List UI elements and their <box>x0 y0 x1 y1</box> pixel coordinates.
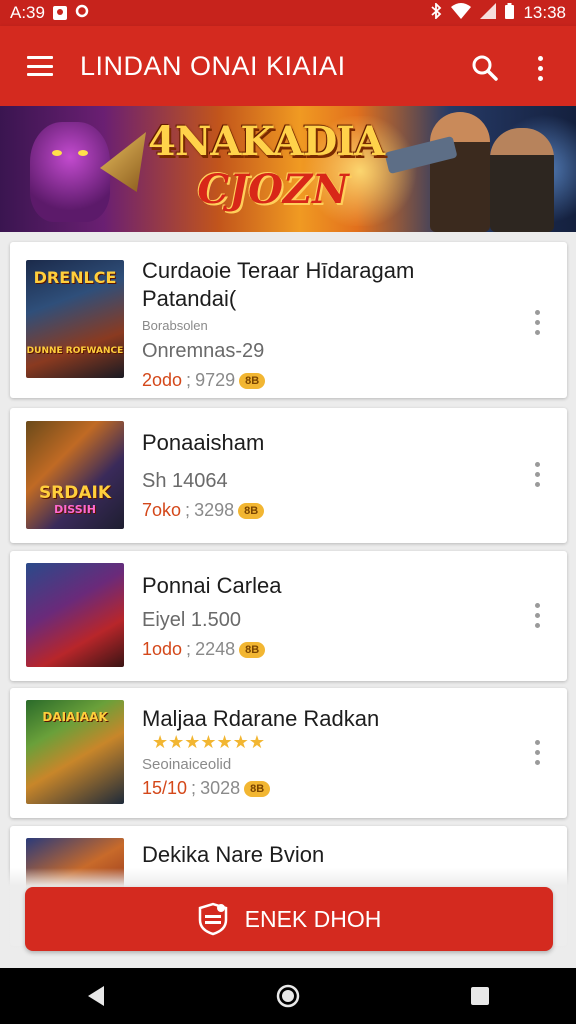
status-bar: A:39 13:38 <box>0 0 576 26</box>
banner-subtitle: CJOZN <box>197 166 349 213</box>
game-title: Maljaa Rdarane Radkan <box>142 706 380 731</box>
search-button[interactable] <box>465 48 505 88</box>
primary-action-button[interactable]: ENEK DHOH <box>25 887 553 951</box>
settings-notification-icon <box>75 3 89 23</box>
game-meta: 7oko; 3298 8B <box>142 500 265 521</box>
game-title-line2: Patandai( <box>142 286 237 311</box>
nav-back-button[interactable] <box>66 968 126 1024</box>
recents-icon <box>471 987 489 1005</box>
back-icon <box>88 986 104 1006</box>
nav-home-button[interactable] <box>258 968 318 1024</box>
app-bar: LINDAN ONAI KIAIAI <box>0 26 576 106</box>
notification-icon <box>52 6 67 20</box>
banner-title: 4NAKADIA <box>148 118 385 165</box>
promo-banner[interactable]: 4NAKADIA CJOZN <box>0 106 576 232</box>
bluetooth-icon <box>430 1 442 24</box>
search-icon <box>472 55 498 81</box>
game-tag: Borabsolen <box>142 318 208 333</box>
game-card[interactable]: SRDAIK DISSIH Ponaaisham Sh 14064 7oko; … <box>10 408 567 543</box>
signal-icon <box>480 2 497 24</box>
more-vert-icon <box>534 309 540 335</box>
game-thumbnail: SRDAIK DISSIH <box>26 421 124 529</box>
game-card[interactable]: DRENLCE DUNNE ROFWANCE Curdaoie Teraar H… <box>10 242 567 398</box>
battery-icon <box>505 2 515 24</box>
game-subtitle: Eiyel 1.500 <box>142 609 241 631</box>
game-meta: 15/10; 3028 8B <box>142 778 271 799</box>
game-card[interactable]: DAIAIAAK Maljaa Rdarane Radkan ★★★★★★★ S… <box>10 688 567 818</box>
heroes-image <box>384 108 576 232</box>
status-time-left: A:39 <box>10 3 45 22</box>
shield-gift-icon <box>197 902 229 936</box>
card-more-button[interactable] <box>527 597 547 633</box>
rating-stars: ★★★★★★★ <box>152 732 265 752</box>
nav-recents-button[interactable] <box>450 968 510 1024</box>
game-subtitle: Sh 14064 <box>142 470 228 492</box>
card-more-button[interactable] <box>527 304 547 340</box>
game-thumbnail: DAIAIAAK <box>26 700 124 804</box>
game-subtitle: Onremnas-29 <box>142 340 265 362</box>
coin-badge: 8B <box>244 780 271 797</box>
game-meta: 2odo; 9729 8B <box>142 370 266 391</box>
game-title: Ponnai Carlea <box>142 573 282 598</box>
game-card[interactable]: Ponnai Carlea Eiyel 1.500 1odo; 2248 8B <box>10 551 567 681</box>
game-meta: 1odo; 2248 8B <box>142 639 266 660</box>
menu-button[interactable] <box>0 26 80 106</box>
primary-action-label: ENEK DHOH <box>244 905 382 932</box>
game-thumbnail: DRENLCE DUNNE ROFWANCE <box>26 260 124 378</box>
more-vert-icon <box>534 602 540 628</box>
more-vert-icon <box>534 739 540 765</box>
overflow-menu-button[interactable] <box>520 48 560 88</box>
more-vert-icon <box>534 461 540 487</box>
game-tag: Seoinaiceolid <box>142 756 232 773</box>
card-more-button[interactable] <box>527 734 547 770</box>
app-title: LINDAN ONAI KIAIAI <box>80 50 346 81</box>
system-nav-bar <box>0 968 576 1024</box>
game-title: Curdaoie Teraar Hīdaragam <box>142 258 415 283</box>
coin-badge: 8B <box>239 641 266 658</box>
card-more-button[interactable] <box>527 456 547 492</box>
coin-badge: 8B <box>238 502 265 519</box>
home-icon <box>276 984 300 1008</box>
demon-character-image <box>30 122 110 222</box>
status-time-right: 13:38 <box>523 3 566 22</box>
game-title: Ponaaisham <box>142 430 265 455</box>
game-thumbnail <box>26 563 124 667</box>
hamburger-icon <box>27 56 53 76</box>
wifi-icon <box>451 2 472 24</box>
game-title: Dekika Nare Bvion <box>142 842 325 867</box>
more-vert-icon <box>537 55 543 81</box>
coin-badge: 8B <box>239 372 266 389</box>
